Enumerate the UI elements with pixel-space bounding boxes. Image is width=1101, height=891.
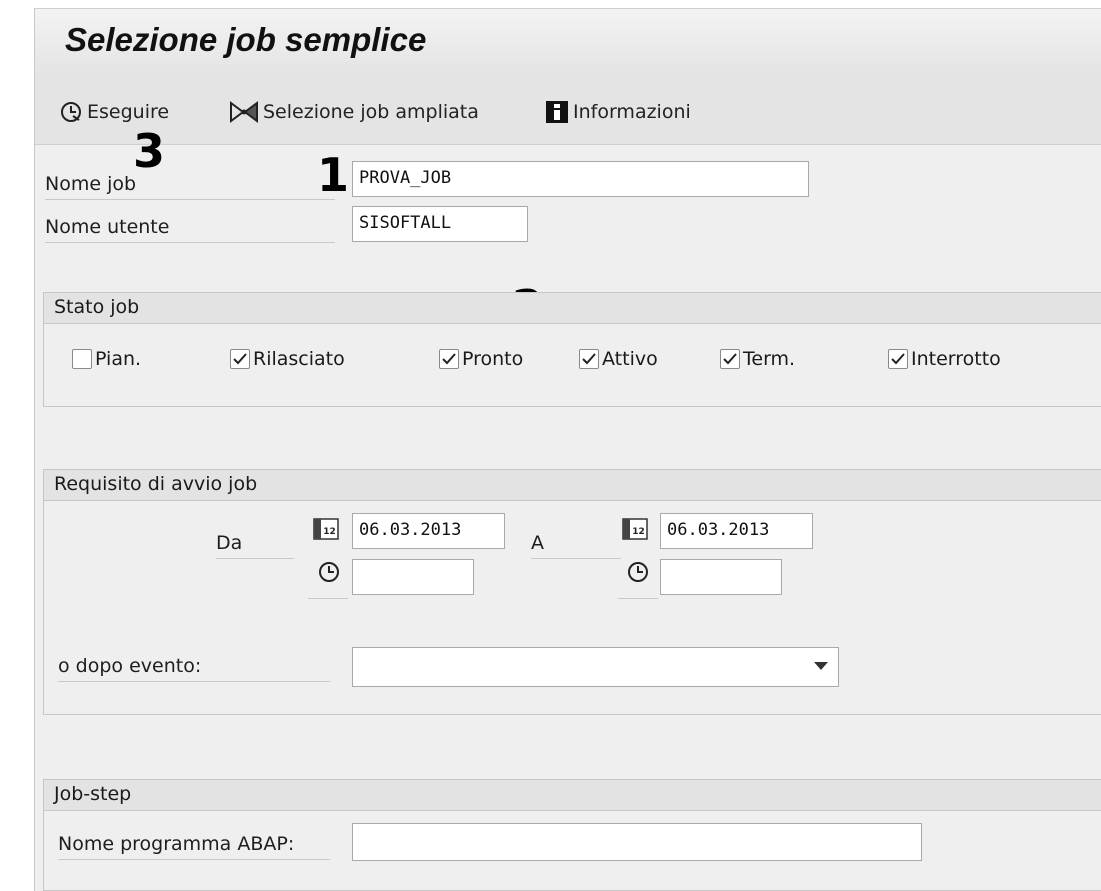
annotation-marker-3: 3	[133, 124, 166, 178]
status-checkbox-released[interactable]: Rilasciato	[230, 348, 345, 370]
information-button[interactable]: Informazioni	[545, 98, 691, 126]
from-label: Da	[216, 532, 294, 559]
checkbox-box	[720, 349, 740, 369]
info-icon	[545, 100, 569, 124]
after-event-dropdown[interactable]	[352, 647, 839, 687]
checkbox-label: Rilasciato	[253, 348, 345, 370]
user-name-label: Nome utente	[45, 216, 335, 243]
svg-text:12: 12	[632, 527, 645, 537]
status-checkbox-cancelled[interactable]: Interrotto	[888, 348, 1001, 370]
execute-button[interactable]: Eseguire	[59, 98, 169, 126]
extended-selection-button[interactable]: Selezione job ampliata	[229, 98, 479, 126]
from-date-field[interactable]: 06.03.2013	[352, 513, 505, 549]
status-checkbox-finished[interactable]: Term.	[720, 348, 795, 370]
start-condition-group: Requisito di avvio job Da 12 06.03.2013 …	[43, 469, 1101, 715]
checkbox-label: Pronto	[462, 348, 524, 370]
extended-selection-label: Selezione job ampliata	[263, 101, 479, 123]
to-label: A	[531, 532, 621, 559]
checkbox-label: Term.	[743, 348, 796, 370]
checkmark-icon	[723, 353, 737, 365]
checkbox-box	[72, 349, 92, 369]
checkbox-label: Interrotto	[911, 348, 1001, 370]
job-step-group: Job-step Nome programma ABAP:	[43, 779, 1101, 891]
abap-program-field[interactable]	[352, 823, 922, 861]
clock-icon[interactable]	[624, 559, 652, 585]
checkmark-icon	[891, 353, 905, 365]
checkbox-box	[230, 349, 250, 369]
checkmark-icon	[442, 353, 456, 365]
chevron-down-icon[interactable]	[814, 662, 828, 670]
svg-text:12: 12	[323, 527, 336, 537]
execute-clock-icon	[59, 100, 83, 124]
status-checkbox-planned[interactable]: Pian.	[72, 348, 141, 370]
checkbox-box	[439, 349, 459, 369]
calendar-icon[interactable]: 12	[621, 516, 649, 542]
checkbox-box	[579, 349, 599, 369]
execute-label: Eseguire	[87, 101, 170, 123]
start-condition-title: Requisito di avvio job	[44, 470, 1101, 501]
checkbox-label: Pian.	[95, 348, 142, 370]
status-checkbox-active[interactable]: Attivo	[579, 348, 658, 370]
after-event-label: o dopo evento:	[58, 655, 330, 682]
checkmark-icon	[582, 353, 596, 365]
job-status-title: Stato job	[44, 293, 1101, 324]
status-checkbox-ready[interactable]: Pronto	[439, 348, 523, 370]
bowtie-icon	[229, 100, 259, 124]
to-date-field[interactable]: 06.03.2013	[660, 513, 813, 549]
job-step-title: Job-step	[44, 780, 1101, 811]
abap-program-label: Nome programma ABAP:	[58, 833, 330, 860]
application-toolbar: Eseguire Selezione job ampliata Informaz…	[35, 76, 1101, 145]
title-bar: Selezione job semplice	[35, 8, 1101, 77]
clock-icon[interactable]	[315, 559, 343, 585]
window-title: Selezione job semplice	[65, 21, 427, 58]
to-time-field[interactable]	[660, 559, 782, 595]
checkbox-label: Attivo	[602, 348, 658, 370]
checkbox-box	[888, 349, 908, 369]
job-name-field[interactable]: PROVA_JOB	[352, 161, 809, 197]
information-label: Informazioni	[573, 101, 691, 123]
job-name-label: Nome job	[45, 173, 335, 200]
checkmark-icon	[233, 353, 247, 365]
from-time-field[interactable]	[352, 559, 474, 595]
sap-window: Selezione job semplice Eseguire Selezion…	[34, 8, 1101, 891]
calendar-icon[interactable]: 12	[312, 516, 340, 542]
job-status-group: Stato job Pian. Rilasciato Pronto Attivo…	[43, 292, 1101, 407]
user-name-field[interactable]: SISOFTALL	[352, 206, 528, 242]
